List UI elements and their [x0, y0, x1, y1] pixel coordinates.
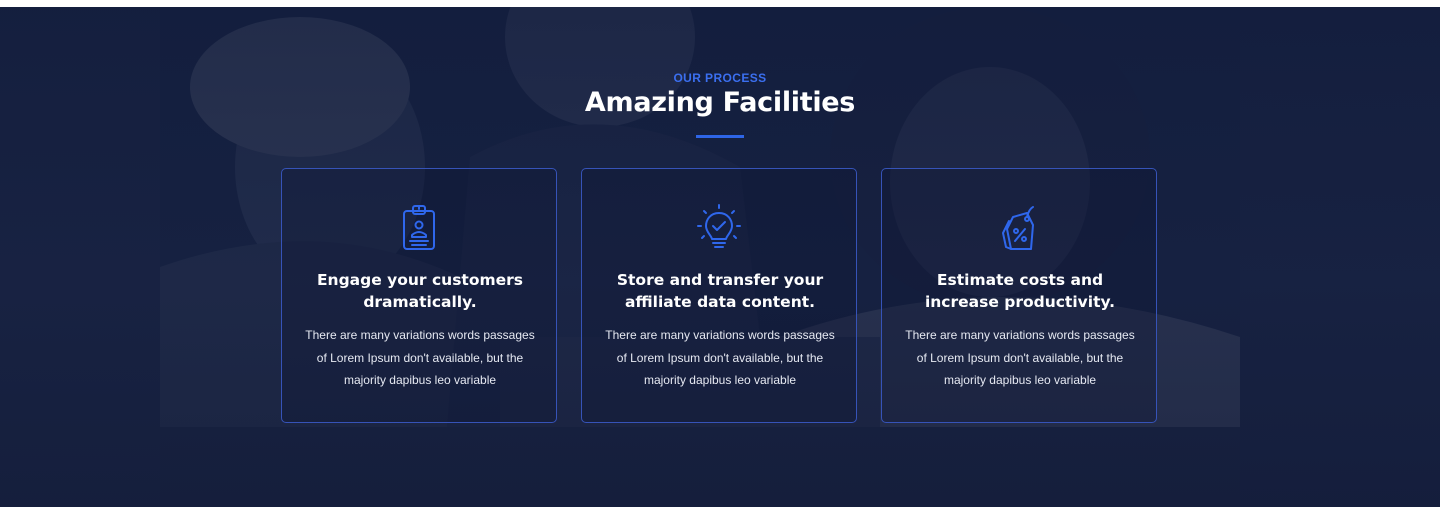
card-description: There are many variations words passages… [605, 328, 835, 387]
id-badge-icon [282, 203, 556, 255]
feature-card: Store and transfer your affiliate data c… [581, 168, 857, 423]
price-tag-percent-icon [882, 203, 1156, 255]
feature-card: Engage your customers dramatically. Ther… [281, 168, 557, 423]
card-description: There are many variations words passages… [305, 328, 535, 387]
top-white-strip [0, 0, 1440, 7]
title-underline [696, 135, 744, 138]
bottom-white-strip [0, 507, 1440, 515]
card-title: Estimate costs and increase productivity… [924, 271, 1116, 311]
section-eyebrow: OUR PROCESS [673, 71, 767, 85]
card-description: There are many variations words passages… [905, 328, 1135, 387]
card-title: Store and transfer your affiliate data c… [616, 271, 824, 311]
section-title: Amazing Facilities [584, 87, 856, 118]
card-title: Engage your customers dramatically. [316, 271, 524, 311]
lightbulb-check-icon [582, 203, 856, 255]
feature-card: Estimate costs and increase productivity… [881, 168, 1157, 423]
